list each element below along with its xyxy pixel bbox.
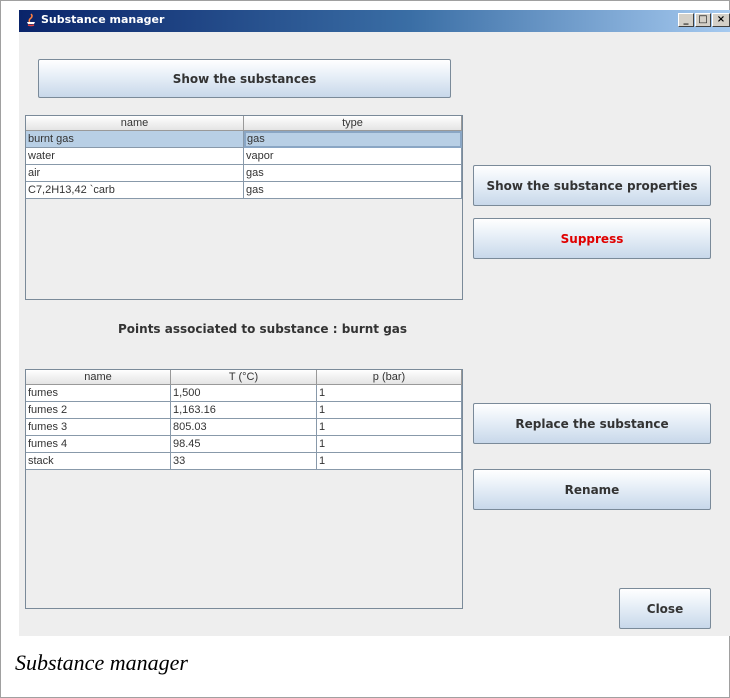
substance-type-cell[interactable]: gas	[244, 131, 462, 148]
maximize-button[interactable]: □	[695, 13, 711, 27]
point-pressure-cell[interactable]: 1	[317, 385, 462, 402]
table-row[interactable]: air gas	[26, 165, 462, 182]
table-row[interactable]: fumes 3 805.03 1	[26, 419, 462, 436]
substances-table: name type burnt gas gas water vapor air gas C7…	[25, 115, 463, 300]
substance-type-cell[interactable]: gas	[244, 182, 462, 199]
substance-manager-window: Substance manager _ □ × Show the substan…	[19, 10, 730, 636]
figure-caption: Substance manager	[15, 650, 188, 675]
rename-button[interactable]: Rename	[473, 469, 711, 510]
java-icon	[27, 13, 35, 27]
table-row[interactable]: C7,2H13,42 `carb gas	[26, 182, 462, 199]
point-temperature-cell[interactable]: 33	[171, 453, 317, 470]
point-temperature-cell[interactable]: 1,500	[171, 385, 317, 402]
table-row[interactable]: water vapor	[26, 148, 462, 165]
point-pressure-cell[interactable]: 1	[317, 419, 462, 436]
point-pressure-cell[interactable]: 1	[317, 436, 462, 453]
point-temperature-cell[interactable]: 805.03	[171, 419, 317, 436]
points-label: Points associated to substance : burnt g…	[118, 322, 408, 336]
column-header-name[interactable]: name	[26, 116, 244, 131]
points-table-body: fumes 1,500 1 fumes 2 1,163.16 1 fumes 3 805.03…	[26, 385, 462, 470]
table-row[interactable]: fumes 4 98.45 1	[26, 436, 462, 453]
substance-name-cell[interactable]: air	[26, 165, 244, 182]
point-name-cell[interactable]: stack	[26, 453, 171, 470]
column-header-type[interactable]: type	[244, 116, 462, 131]
substance-name-cell[interactable]: C7,2H13,42 `carb	[26, 182, 244, 199]
point-temperature-cell[interactable]: 98.45	[171, 436, 317, 453]
column-header-pressure[interactable]: p (bar)	[317, 370, 462, 385]
substance-name-cell[interactable]: burnt gas	[26, 131, 244, 148]
column-header-name[interactable]: name	[26, 370, 171, 385]
table-row[interactable]: fumes 2 1,163.16 1	[26, 402, 462, 419]
substance-type-cell[interactable]: gas	[244, 165, 462, 182]
title-bar[interactable]: Substance manager _ □ ×	[19, 10, 730, 32]
substances-table-header: name type	[26, 116, 462, 131]
point-pressure-cell[interactable]: 1	[317, 402, 462, 419]
window-title: Substance manager	[41, 13, 165, 26]
point-name-cell[interactable]: fumes 4	[26, 436, 171, 453]
substance-type-cell[interactable]: vapor	[244, 148, 462, 165]
point-name-cell[interactable]: fumes	[26, 385, 171, 402]
show-substances-button[interactable]: Show the substances	[38, 59, 451, 98]
replace-substance-button[interactable]: Replace the substance	[473, 403, 711, 444]
points-table-header: name T (°C) p (bar)	[26, 370, 462, 385]
point-temperature-cell[interactable]: 1,163.16	[171, 402, 317, 419]
close-button[interactable]: Close	[619, 588, 711, 629]
suppress-button[interactable]: Suppress	[473, 218, 711, 259]
table-row[interactable]: stack 33 1	[26, 453, 462, 470]
points-table: name T (°C) p (bar) fumes 1,500 1 fumes 2 1,…	[25, 369, 463, 609]
column-header-temperature[interactable]: T (°C)	[171, 370, 317, 385]
close-window-button[interactable]: ×	[712, 13, 730, 27]
substances-table-body: burnt gas gas water vapor air gas C7,2H13,42 `…	[26, 131, 462, 199]
point-pressure-cell[interactable]: 1	[317, 453, 462, 470]
point-name-cell[interactable]: fumes 3	[26, 419, 171, 436]
table-row[interactable]: burnt gas gas	[26, 131, 462, 148]
table-row[interactable]: fumes 1,500 1	[26, 385, 462, 402]
minimize-button[interactable]: _	[678, 13, 694, 27]
show-properties-button[interactable]: Show the substance properties	[473, 165, 711, 206]
point-name-cell[interactable]: fumes 2	[26, 402, 171, 419]
substance-name-cell[interactable]: water	[26, 148, 244, 165]
